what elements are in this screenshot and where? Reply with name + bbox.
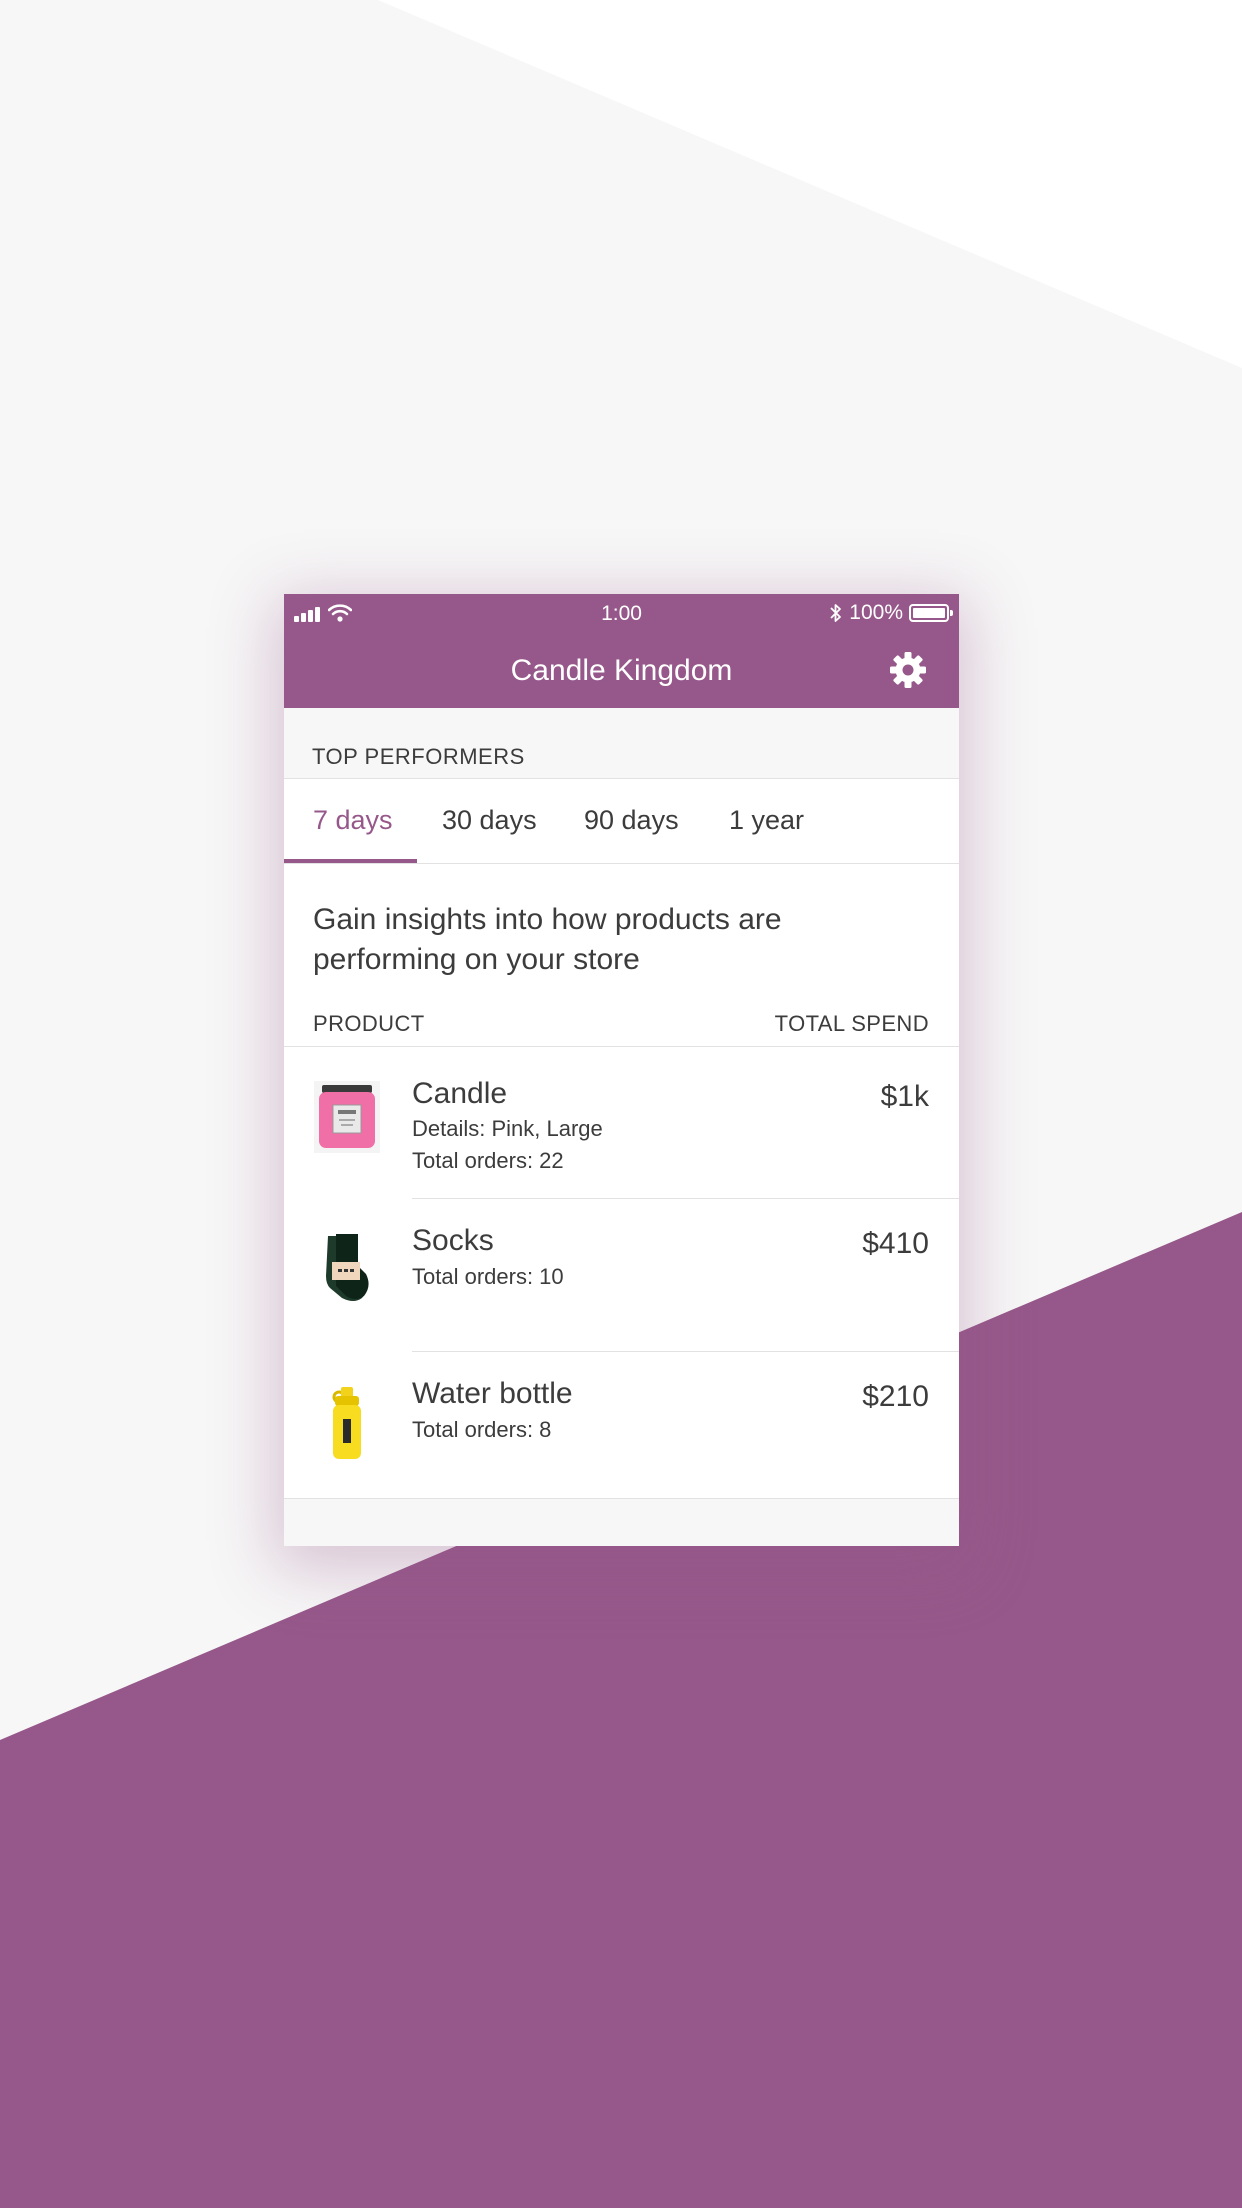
row-divider: [412, 1351, 959, 1352]
tab-30-days[interactable]: 30 days: [442, 805, 537, 836]
top-performers-list: Gain insights into how products are perf…: [284, 864, 959, 1499]
candle-jar-image: [314, 1081, 380, 1153]
product-spend: $210: [862, 1380, 929, 1413]
total-spend-column-header: TOTAL SPEND: [774, 1011, 929, 1036]
tab-1-year[interactable]: 1 year: [729, 805, 804, 836]
product-name: Socks: [412, 1224, 494, 1257]
active-tab-indicator: [284, 859, 417, 863]
product-row-water-bottle[interactable]: Water bottle Total orders: 8 $210: [284, 1353, 959, 1505]
insight-text: Gain insights into how products are perf…: [313, 903, 782, 976]
bluetooth-icon: [830, 604, 842, 622]
product-orders: Total orders: 8: [412, 1417, 552, 1442]
product-spend: $1k: [880, 1080, 929, 1113]
socks-image: [326, 1234, 369, 1301]
section-title: TOP PERFORMERS: [312, 744, 525, 769]
tab-7-days[interactable]: 7 days: [313, 805, 393, 836]
product-name: Candle: [412, 1077, 508, 1110]
battery-percentage: 100%: [849, 601, 903, 624]
product-row-candle[interactable]: Candle Details: Pink, Large Total orders…: [284, 1047, 959, 1199]
battery-icon: [909, 604, 953, 622]
product-spend: $410: [862, 1227, 929, 1260]
product-row-socks[interactable]: Socks Total orders: 10 $410: [284, 1200, 959, 1352]
product-details: Details: Pink, Large: [412, 1116, 603, 1141]
phone-screen: 1:00 100% Candle Kingdom TOP PERFORMERS …: [284, 594, 959, 1546]
app-header: 1:00 100% Candle Kingdom: [284, 594, 959, 708]
product-orders: Total orders: 22: [412, 1148, 564, 1173]
product-name: Water bottle: [412, 1377, 573, 1410]
status-bar: 1:00 100%: [284, 594, 959, 634]
row-divider: [412, 1198, 959, 1199]
product-orders: Total orders: 10: [412, 1264, 564, 1289]
product-column-header: PRODUCT: [313, 1011, 425, 1036]
section-header: TOP PERFORMERS: [284, 708, 959, 779]
page-title: Candle Kingdom: [510, 654, 733, 687]
period-tabs: 7 days 30 days 90 days 1 year: [284, 779, 959, 864]
water-bottle-image: [332, 1387, 361, 1459]
gear-icon[interactable]: [888, 650, 928, 690]
tab-90-days[interactable]: 90 days: [584, 805, 679, 836]
